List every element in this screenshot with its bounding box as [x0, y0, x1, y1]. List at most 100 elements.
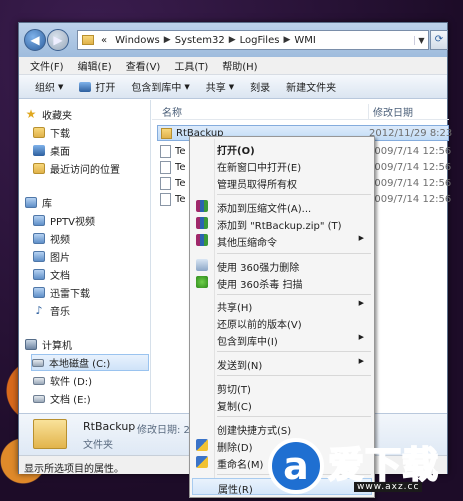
picture-library-icon — [33, 251, 45, 262]
column-modified[interactable]: 修改日期 — [368, 104, 413, 119]
nav-videos[interactable]: 视频 — [33, 230, 150, 247]
address-bar[interactable]: « Windows ▶ System32 ▶ LogFiles ▶ WMI ▼ — [77, 30, 429, 50]
ctx-label: 添加到 "RtBackup.zip" (T) — [217, 221, 342, 232]
chevron-down-icon: ▼ — [228, 82, 235, 91]
organize-button[interactable]: 组织 ▼ — [27, 79, 71, 95]
nav-drive-c[interactable]: 本地磁盘 (C:) — [31, 354, 149, 371]
nav-desktop[interactable]: 桌面 — [33, 142, 150, 159]
ctx-take-ownership[interactable]: 管理员取得所有权 — [192, 174, 372, 191]
nav-label: 最近访问的位置 — [50, 165, 120, 176]
watermark-text: 爱下载 — [327, 444, 440, 487]
ctx-label: 管理员取得所有权 — [217, 180, 297, 191]
burn-button[interactable]: 刻录 — [242, 79, 278, 94]
ctx-add-zip[interactable]: 添加到 "RtBackup.zip" (T) — [192, 215, 372, 232]
breadcrumb-separator[interactable]: ▶ — [229, 35, 236, 45]
nav-documents[interactable]: 文档 — [33, 266, 150, 283]
music-icon: ♪ — [35, 304, 43, 317]
nav-favorites[interactable]: ★ 收藏夹 — [25, 106, 150, 123]
nav-label: 软件 (D:) — [50, 377, 93, 388]
nav-music[interactable]: ♪ 音乐 — [33, 302, 150, 319]
video-library-icon — [33, 215, 45, 226]
ctx-restore-previous[interactable]: 还原以前的版本(V) — [192, 314, 372, 331]
menu-tools[interactable]: 工具(T) — [167, 58, 215, 73]
ctx-send-to[interactable]: 发送到(N) ▶ — [192, 355, 372, 372]
nav-xunlei[interactable]: 迅雷下载 — [33, 284, 150, 301]
file-date: 2009/7/14 12:56 — [368, 177, 452, 189]
antivirus-icon — [196, 276, 208, 288]
breadcrumb-system32[interactable]: System32 — [171, 35, 229, 46]
breadcrumb-separator[interactable]: ▶ — [283, 35, 290, 45]
new-folder-button[interactable]: 新建文件夹 — [278, 79, 344, 94]
ctx-share[interactable]: 共享(H) ▶ — [192, 297, 372, 314]
breadcrumb-logfiles[interactable]: LogFiles — [236, 35, 284, 46]
ctx-copy[interactable]: 复制(C) — [192, 396, 372, 413]
forward-button[interactable]: ▶ — [47, 29, 69, 51]
nav-label: 下载 — [50, 129, 70, 140]
refresh-button[interactable]: ⟳ — [430, 30, 448, 50]
breadcrumb-wmi[interactable]: WMI — [290, 35, 319, 46]
breadcrumb-overflow[interactable]: « — [97, 35, 111, 46]
nav-pictures[interactable]: 图片 — [33, 248, 150, 265]
nav-label: 文档 — [50, 271, 70, 282]
nav-libraries[interactable]: 库 — [25, 194, 150, 211]
ctx-label: 剪切(T) — [217, 385, 251, 396]
menu-bar: 文件(F) 编辑(E) 查看(V) 工具(T) 帮助(H) — [19, 57, 447, 75]
file-date: 2009/7/14 12:56 — [368, 193, 452, 205]
menu-edit[interactable]: 编辑(E) — [71, 58, 119, 73]
desktop-icon — [33, 145, 45, 156]
menu-help[interactable]: 帮助(H) — [215, 58, 264, 73]
burn-label: 刻录 — [250, 83, 271, 94]
nav-pptv[interactable]: PPTV视频 — [33, 212, 150, 229]
back-button[interactable]: ◀ — [24, 29, 46, 51]
nav-computer[interactable]: 计算机 — [25, 336, 150, 353]
shredder-icon — [196, 259, 208, 271]
ctx-cut[interactable]: 剪切(T) — [192, 379, 372, 396]
watermark-logo-icon: a — [268, 438, 324, 494]
ctx-360-force-delete[interactable]: 使用 360强力删除 — [192, 257, 372, 274]
ctx-include-library[interactable]: 包含到库中(I) ▶ — [192, 331, 372, 348]
ctx-label: 其他压缩命令 — [217, 238, 277, 249]
arrow-right-icon: ▶ — [53, 33, 63, 47]
include-library-button[interactable]: 包含到库中 ▼ — [123, 79, 197, 95]
new-folder-label: 新建文件夹 — [286, 83, 337, 94]
breadcrumb-windows[interactable]: Windows — [111, 35, 164, 46]
chevron-down-icon[interactable]: ▼ — [414, 35, 428, 45]
nav-downloads[interactable]: 下载 — [33, 124, 150, 141]
open-button[interactable]: 打开 — [71, 79, 123, 94]
nav-recent[interactable]: 最近访问的位置 — [33, 160, 150, 177]
ctx-open[interactable]: 打开(O) — [192, 140, 372, 157]
nav-label: 视频 — [50, 235, 70, 246]
nav-label: 文档 (E:) — [50, 395, 91, 406]
column-name[interactable]: 名称 — [162, 104, 182, 119]
ctx-add-archive[interactable]: 添加到压缩文件(A)... — [192, 198, 372, 215]
ctx-label: 共享(H) — [217, 303, 253, 314]
download-library-icon — [33, 287, 45, 298]
breadcrumb-separator[interactable]: ▶ — [164, 35, 171, 45]
details-name: RtBackup — [83, 420, 136, 433]
ctx-label: 在新窗口中打开(E) — [217, 163, 302, 174]
library-icon — [25, 197, 37, 208]
site-watermark: a 爱下载 www.axz.cc — [268, 432, 458, 498]
nav-label: 音乐 — [50, 307, 70, 318]
computer-icon — [25, 339, 37, 350]
refresh-icon: ⟳ — [434, 34, 444, 45]
drive-icon — [33, 394, 45, 403]
share-button[interactable]: 共享 ▼ — [198, 79, 242, 95]
details-type: 文件夹 — [83, 440, 113, 451]
ctx-360-scan[interactable]: 使用 360杀毒 扫描 — [192, 274, 372, 291]
status-text: 显示所选项目的属性。 — [24, 464, 124, 475]
ctx-label: 使用 360杀毒 扫描 — [217, 280, 303, 291]
uac-shield-icon — [196, 439, 208, 451]
star-icon: ★ — [25, 107, 37, 121]
nav-drive-d[interactable]: 软件 (D:) — [33, 372, 150, 389]
ctx-other-compress[interactable]: 其他压缩命令 ▶ — [192, 232, 372, 249]
submenu-arrow-icon: ▶ — [358, 357, 364, 365]
file-date: 2009/7/14 12:56 — [368, 145, 452, 157]
nav-label: 库 — [42, 199, 52, 210]
ctx-label: 重命名(M) — [217, 460, 264, 471]
ctx-open-new-window[interactable]: 在新窗口中打开(E) — [192, 157, 372, 174]
nav-drive-e[interactable]: 文档 (E:) — [33, 390, 150, 407]
menu-file[interactable]: 文件(F) — [23, 58, 71, 73]
menu-view[interactable]: 查看(V) — [119, 58, 168, 73]
nav-label: 计算机 — [42, 341, 72, 352]
